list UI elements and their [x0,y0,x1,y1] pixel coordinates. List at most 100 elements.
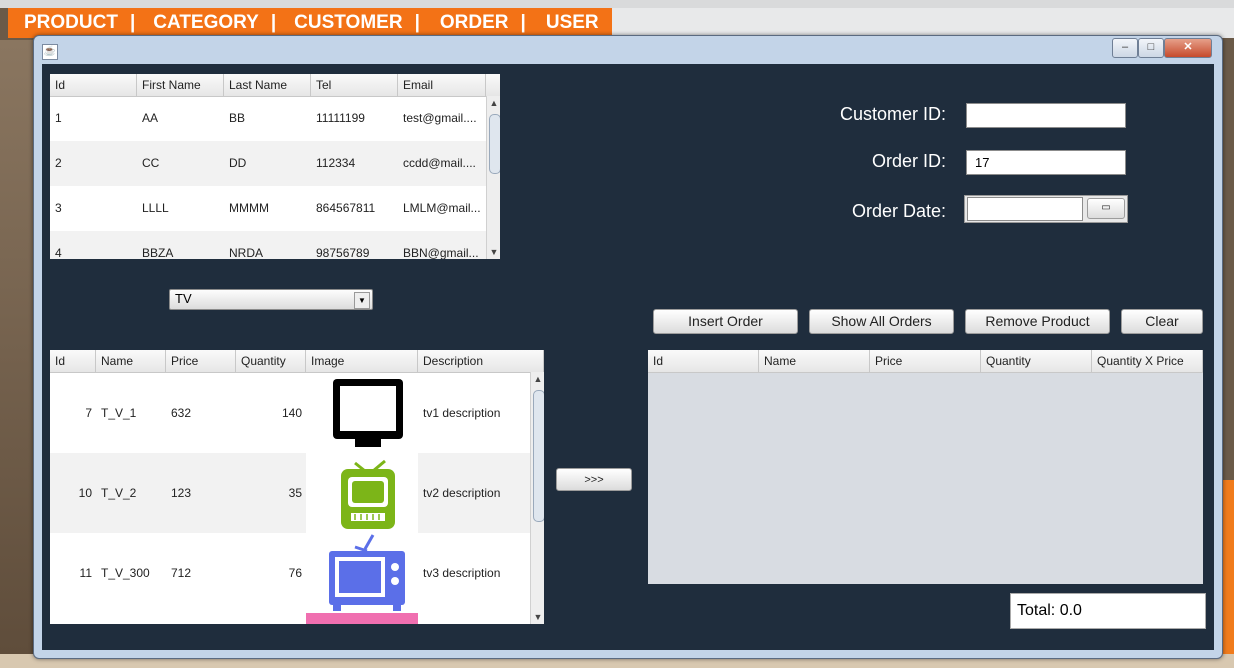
cell-price: 123 [171,486,192,500]
remove-product-button[interactable]: Remove Product [965,309,1110,334]
column-header-price[interactable]: Price [870,350,981,372]
clear-button[interactable]: Clear [1121,309,1203,334]
scroll-up-arrow-icon[interactable]: ▲ [531,372,544,386]
menu-item-product[interactable]: PRODUCT [24,12,118,34]
scrollbar-thumb[interactable] [533,390,544,522]
customers-table-header: Id First Name Last Name Tel Email [50,74,500,97]
customers-table: Id First Name Last Name Tel Email 1 AA B… [50,74,500,259]
order-items-table-header: Id Name Price Quantity Quantity X Price [648,350,1203,373]
partial-row-image [306,613,418,624]
cell-description: tv3 description [423,566,501,580]
cell-first-name: CC [142,156,160,170]
maximize-button[interactable]: □ [1138,38,1164,58]
cell-price: 632 [171,406,192,420]
column-header-quantity-x-price[interactable]: Quantity X Price [1092,350,1203,372]
column-header-name[interactable]: Name [96,350,166,372]
menu-separator: | [414,12,420,33]
minimize-button[interactable]: – [1112,38,1138,58]
add-product-button[interactable]: >>> [556,468,632,491]
order-date-field[interactable] [967,197,1083,221]
table-row[interactable]: 4 BBZA NRDA 98756789 BBN@gmail... [50,231,486,259]
menu-item-order[interactable]: ORDER [440,12,509,34]
column-header-last-name[interactable]: Last Name [224,74,311,96]
scroll-down-arrow-icon[interactable]: ▼ [531,610,544,624]
retro-tv-green-icon [341,459,395,529]
background-top-strip [0,0,1234,8]
cell-id: 11 [79,566,92,580]
calendar-button[interactable]: ▭ [1087,198,1125,219]
cell-description: tv1 description [423,406,501,420]
scroll-up-arrow-icon[interactable]: ▲ [487,96,500,110]
cell-first-name: LLLL [142,201,169,215]
table-row[interactable]: 10 T_V_2 123 35 tv2 description [50,453,530,533]
cell-tel: 112334 [316,156,356,170]
column-header-price[interactable]: Price [166,350,236,372]
background-app-area [612,8,1234,38]
cell-email: ccdd@mail.... [403,156,476,170]
total-display: Total: 0.0 [1010,593,1206,629]
cell-tel: 98756789 [316,246,370,259]
cell-id: 1 [55,111,62,125]
table-row[interactable]: 1 AA BB 11111199 test@gmail.... [50,96,486,141]
table-row[interactable]: 11 T_V_300 712 76 tv3 description [50,533,530,613]
scroll-down-arrow-icon[interactable]: ▼ [487,245,500,259]
menu-item-user[interactable]: USER [546,12,599,34]
cell-name: T_V_300 [101,566,150,580]
table-row[interactable]: 2 CC DD 112334 ccdd@mail.... [50,141,486,186]
cell-quantity: 35 [288,486,302,500]
column-header-tel[interactable]: Tel [311,74,398,96]
column-header-id[interactable]: Id [50,350,96,372]
cell-last-name: DD [229,156,247,170]
menu-item-customer[interactable]: CUSTOMER [294,12,402,34]
cell-id: 7 [85,406,92,420]
cell-image [306,373,418,453]
cell-tel: 864567811 [316,201,376,215]
cell-quantity: 140 [281,406,302,420]
column-header-name[interactable]: Name [759,350,870,372]
category-select[interactable]: TV ▼ [169,289,373,310]
cell-quantity: 76 [288,566,302,580]
menu-separator: | [270,12,277,33]
background-left-area [0,40,36,668]
java-app-icon: ☕ [42,44,58,60]
scrollbar-thumb[interactable] [489,114,500,174]
cell-first-name: AA [142,111,159,125]
chevron-down-icon[interactable]: ▼ [354,292,370,309]
cell-email: LMLM@mail... [403,201,481,215]
order-items-table: Id Name Price Quantity Quantity X Price [648,350,1203,584]
calendar-icon: ▭ [1101,202,1111,213]
cell-id: 3 [55,201,62,215]
menu-separator: | [520,12,526,33]
cell-last-name: MMMM [229,201,269,215]
retro-tv-blue-icon [329,534,405,611]
column-header-description[interactable]: Description [418,350,544,372]
order-id-field[interactable] [966,150,1126,175]
cell-id: 10 [78,486,92,500]
products-table-scrollbar[interactable]: ▲ ▼ [530,372,544,624]
column-header-image[interactable]: Image [306,350,418,372]
column-header-first-name[interactable]: First Name [137,74,224,96]
products-table: Id Name Price Quantity Image Description… [50,350,544,624]
customer-id-field[interactable] [966,103,1126,128]
cell-id: 4 [55,246,62,259]
customers-table-scrollbar[interactable]: ▲ ▼ [486,96,500,259]
cell-last-name: NRDA [229,246,264,259]
cell-image [306,453,418,533]
show-all-orders-button[interactable]: Show All Orders [809,309,954,334]
column-header-id[interactable]: Id [50,74,137,96]
table-row[interactable]: 3 LLLL MMMM 864567811 LMLM@mail... [50,186,486,231]
menu-item-category[interactable]: CATEGORY [153,12,259,34]
column-header-quantity[interactable]: Quantity [236,350,306,372]
insert-order-button[interactable]: Insert Order [653,309,798,334]
table-row[interactable]: 7 T_V_1 632 140 tv1 description [50,373,530,453]
column-header-email[interactable]: Email [398,74,486,96]
close-button[interactable]: ✕ [1164,38,1212,58]
customer-id-label: Customer ID: [839,104,946,124]
column-header-quantity[interactable]: Quantity [981,350,1092,372]
column-header-id[interactable]: Id [648,350,759,372]
cell-email: test@gmail.... [403,111,477,125]
category-select-value: TV [175,291,192,306]
products-table-header: Id Name Price Quantity Image Description [50,350,544,373]
cell-last-name: BB [229,111,246,125]
cell-id: 2 [55,156,62,170]
